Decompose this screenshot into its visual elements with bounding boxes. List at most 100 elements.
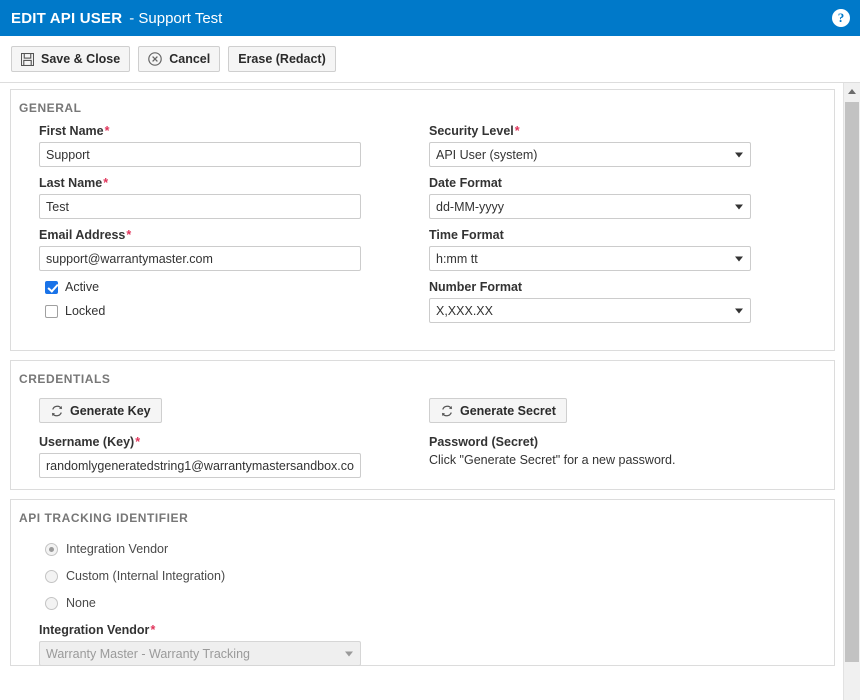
password-secret-hint: Click "Generate Secret" for a new passwo… [429, 453, 676, 467]
integration-vendor-field: Integration Vendor* Warranty Master - Wa… [39, 623, 361, 666]
locked-checkbox[interactable] [45, 304, 58, 318]
security-level-field: Security Level* API User (system) [429, 124, 751, 167]
general-section: GENERAL First Name* Last Name* [10, 89, 835, 351]
save-and-close-label: Save & Close [41, 52, 121, 66]
locked-checkbox-row[interactable]: Locked [45, 304, 361, 318]
page-title: EDIT API USER [11, 9, 123, 27]
chevron-down-icon [735, 204, 743, 209]
cancel-button[interactable]: Cancel [138, 46, 221, 72]
refresh-icon [440, 404, 460, 418]
last-name-required-asterisk: * [103, 176, 109, 190]
api-tracking-section-title: API TRACKING IDENTIFIER [19, 511, 189, 525]
toolbar: Save & Close Cancel Erase (Redact) [0, 36, 860, 83]
email-address-input[interactable] [39, 246, 361, 271]
security-level-label-text: Security Level [429, 124, 514, 138]
time-format-select[interactable]: h:mm tt [429, 246, 751, 271]
first-name-label-text: First Name [39, 124, 104, 138]
integration-vendor-required-asterisk: * [150, 623, 156, 637]
generate-key-label: Generate Key [70, 403, 151, 418]
integration-vendor-label: Integration Vendor* [39, 623, 361, 637]
window-title-bar: EDIT API USER - Support Test ? [0, 0, 860, 36]
username-required-asterisk: * [135, 435, 141, 449]
username-key-field: Username (Key)* [39, 435, 361, 478]
time-format-value: h:mm tt [436, 251, 478, 266]
integration-vendor-value: Warranty Master - Warranty Tracking [46, 646, 250, 661]
general-right-column: Security Level* API User (system) Date F… [429, 124, 751, 332]
first-name-label: First Name* [39, 124, 361, 138]
general-left-column: First Name* Last Name* Email Address* [39, 124, 361, 328]
time-format-label: Time Format [429, 228, 504, 242]
first-name-field: First Name* [39, 124, 361, 167]
radio-custom-internal-integration[interactable]: Custom (Internal Integration) [45, 569, 361, 583]
number-format-field: Number Format X,XXX.XX [429, 280, 751, 323]
first-name-required-asterisk: * [104, 124, 110, 138]
radio-none[interactable]: None [45, 596, 361, 610]
date-format-value: dd-MM-yyyy [436, 199, 505, 214]
refresh-icon [50, 404, 70, 418]
time-format-field: Time Format h:mm tt [429, 228, 751, 271]
content-area: GENERAL First Name* Last Name* [0, 83, 860, 700]
save-and-close-button[interactable]: Save & Close [11, 46, 131, 72]
arrow-up-icon [848, 89, 856, 94]
date-format-select[interactable]: dd-MM-yyyy [429, 194, 751, 219]
security-level-label: Security Level* [429, 124, 751, 138]
general-section-title: GENERAL [19, 101, 82, 115]
scroll-up-button[interactable] [844, 83, 860, 100]
locked-checkbox-label: Locked [65, 304, 106, 318]
date-format-field: Date Format dd-MM-yyyy [429, 176, 751, 219]
scroll-content: GENERAL First Name* Last Name* [0, 83, 843, 700]
generate-secret-button[interactable]: Generate Secret [429, 398, 567, 423]
credentials-left-column: Generate Key Username (Key)* [39, 395, 361, 487]
last-name-label: Last Name* [39, 176, 361, 190]
radio-integration-vendor-label: Integration Vendor [66, 542, 169, 556]
chevron-down-icon [735, 308, 743, 313]
generate-key-button[interactable]: Generate Key [39, 398, 162, 423]
integration-vendor-label-text: Integration Vendor [39, 623, 150, 637]
credentials-section-title: CREDENTIALS [19, 372, 111, 386]
first-name-input[interactable] [39, 142, 361, 167]
chevron-down-icon [735, 152, 743, 157]
email-address-label: Email Address* [39, 228, 361, 242]
api-tracking-identifier-section: API TRACKING IDENTIFIER Integration Vend… [10, 499, 835, 666]
help-circle-icon[interactable]: ? [832, 9, 850, 27]
active-checkbox[interactable] [45, 280, 58, 294]
tracking-left-column: Integration Vendor Custom (Internal Inte… [39, 534, 361, 675]
last-name-label-text: Last Name [39, 176, 103, 190]
cancel-circle-x-icon [148, 52, 169, 66]
email-required-asterisk: * [126, 228, 132, 242]
erase-redact-button[interactable]: Erase (Redact) [228, 46, 336, 72]
number-format-label: Number Format [429, 280, 523, 294]
credentials-section: CREDENTIALS Generate Key Username (Key)*… [10, 360, 835, 490]
active-checkbox-label: Active [65, 280, 100, 294]
chevron-down-icon [735, 256, 743, 261]
radio-custom-label: Custom (Internal Integration) [66, 569, 226, 583]
radio-none-label: None [66, 596, 96, 610]
radio-custom-control[interactable] [45, 569, 58, 583]
radio-none-control[interactable] [45, 596, 58, 610]
password-secret-label: Password (Secret) [429, 435, 539, 449]
username-key-label: Username (Key)* [39, 435, 361, 449]
credentials-right-column: Generate Secret Password (Secret) Click … [429, 395, 751, 467]
number-format-value: X,XXX.XX [436, 303, 493, 318]
date-format-label: Date Format [429, 176, 502, 190]
number-format-select[interactable]: X,XXX.XX [429, 298, 751, 323]
email-address-label-text: Email Address [39, 228, 126, 242]
erase-redact-label: Erase (Redact) [238, 52, 326, 66]
username-key-label-text: Username (Key) [39, 435, 135, 449]
page-subtitle: - Support Test [129, 9, 223, 27]
security-level-value: API User (system) [436, 147, 538, 162]
radio-integration-vendor[interactable]: Integration Vendor [45, 542, 361, 556]
username-key-input[interactable] [39, 453, 361, 478]
radio-integration-vendor-control[interactable] [45, 542, 58, 556]
security-level-required-asterisk: * [514, 124, 520, 138]
cancel-label: Cancel [169, 52, 211, 66]
email-address-field: Email Address* [39, 228, 361, 271]
security-level-select[interactable]: API User (system) [429, 142, 751, 167]
integration-vendor-select: Warranty Master - Warranty Tracking [39, 641, 361, 666]
generate-secret-label: Generate Secret [460, 403, 556, 418]
last-name-field: Last Name* [39, 176, 361, 219]
active-checkbox-row[interactable]: Active [45, 280, 361, 294]
last-name-input[interactable] [39, 194, 361, 219]
vertical-scrollbar[interactable] [843, 83, 860, 700]
scrollbar-thumb[interactable] [845, 102, 859, 662]
